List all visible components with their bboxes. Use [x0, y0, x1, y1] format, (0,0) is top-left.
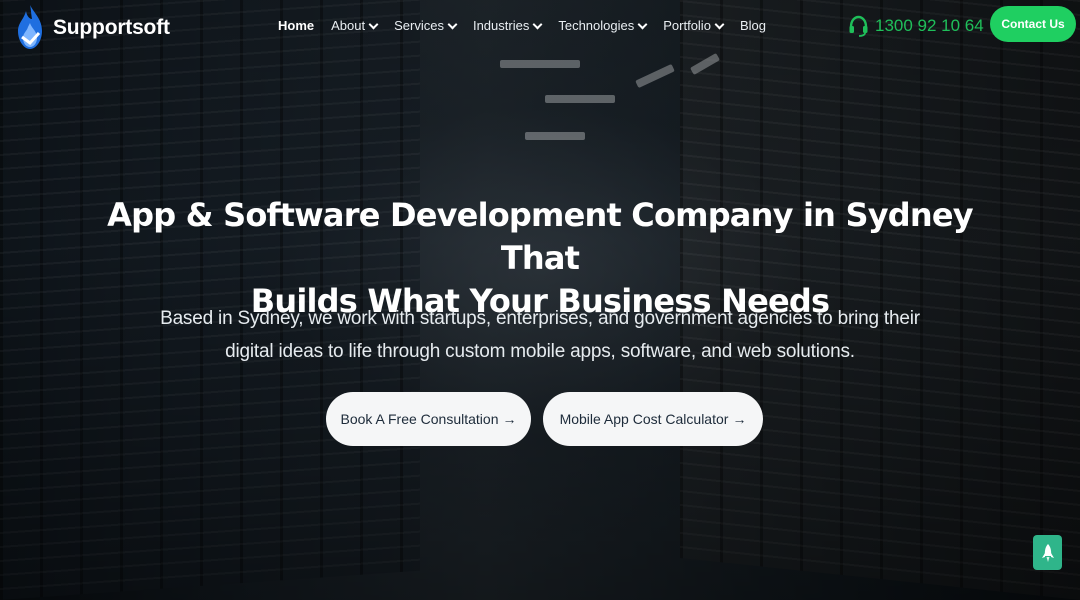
- hero-subtitle: Based in Sydney, we work with startups, …: [140, 302, 940, 368]
- book-consultation-button[interactable]: Book A Free Consultation →: [326, 392, 531, 446]
- phone-number: 1300 92 10 64: [875, 16, 984, 35]
- nav-item-technologies[interactable]: Technologies: [558, 18, 648, 33]
- nav-item-about[interactable]: About: [331, 18, 379, 33]
- main-nav: Home About Services Industries Technolog…: [278, 18, 783, 33]
- flame-logo-icon: [18, 5, 42, 49]
- cta-label: Mobile App Cost Calculator: [559, 411, 729, 427]
- nav-item-blog[interactable]: Blog: [740, 18, 766, 33]
- cost-calculator-button[interactable]: Mobile App Cost Calculator →: [543, 392, 763, 446]
- nav-item-label: Services: [394, 18, 444, 33]
- nav-item-industries[interactable]: Industries: [472, 18, 543, 33]
- chevron-down-icon: [637, 19, 648, 29]
- scroll-to-top-button[interactable]: [1033, 535, 1062, 570]
- arrow-right-icon: →: [502, 411, 517, 427]
- nav-item-services[interactable]: Services: [394, 18, 458, 33]
- hero-title-line-1: App & Software Development Company in Sy…: [107, 196, 974, 277]
- chevron-down-icon: [368, 19, 379, 29]
- nav-item-label: About: [331, 18, 366, 33]
- chevron-down-icon: [714, 19, 725, 29]
- contact-us-button[interactable]: Contact Us: [990, 6, 1076, 42]
- hero-subtitle-line-2: digital ideas to life through custom mob…: [225, 341, 855, 362]
- nav-item-label: Portfolio: [663, 18, 711, 33]
- headset-icon: [849, 15, 868, 37]
- nav-item-home[interactable]: Home: [278, 18, 314, 33]
- nav-item-label: Technologies: [558, 18, 635, 33]
- brand-name: Supportsoft: [53, 16, 170, 39]
- rocket-icon: [1041, 543, 1054, 562]
- chevron-down-icon: [447, 19, 458, 29]
- nav-item-portfolio[interactable]: Portfolio: [663, 18, 725, 33]
- cta-label: Book A Free Consultation: [340, 411, 499, 427]
- nav-item-label: Home: [278, 18, 315, 33]
- nav-item-label: Blog: [739, 18, 766, 33]
- arrow-right-icon: →: [732, 411, 747, 427]
- hero-subtitle-line-1: Based in Sydney, we work with startups, …: [160, 308, 920, 329]
- site-header: Supportsoft Home About Services Industri…: [0, 0, 1080, 56]
- nav-item-label: Industries: [472, 18, 530, 33]
- brand-logo[interactable]: Supportsoft: [12, 0, 170, 56]
- phone-link[interactable]: 1300 92 10 64: [849, 15, 984, 37]
- chevron-down-icon: [532, 19, 543, 29]
